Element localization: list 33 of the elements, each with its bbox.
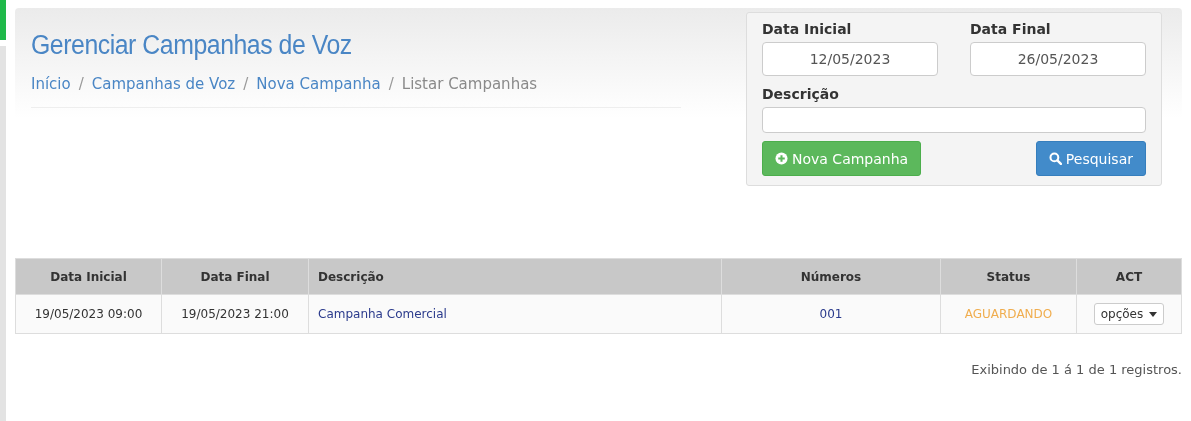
table-cell: 19/05/2023 09:00 [15,294,162,334]
table-cell: Campanha Comercial [308,294,722,334]
records-count: Exibindo de 1 á 1 de 1 registros. [971,362,1182,377]
field-label: Descrição [762,86,839,102]
search-button[interactable]: Pesquisar [1035,141,1146,176]
column-header: Números [721,258,941,295]
field-label: Data Final [970,21,1051,37]
breadcrumb-link[interactable]: Nova Campanha [256,75,381,93]
caret-icon [1149,311,1158,317]
breadcrumb-link[interactable]: Início [31,75,71,93]
breadcrumb-current: Listar Campanhas [401,75,538,93]
start-date-field[interactable]: 12/05/2023 [762,42,938,76]
table-cell: 001 [721,294,941,334]
end-date-field[interactable]: 26/05/2023 [970,42,1146,76]
plus-icon [775,152,788,165]
new-campaign-button[interactable]: Nova Campanha [762,141,922,176]
description-field[interactable] [762,107,1146,133]
column-header: ACT [1076,258,1182,295]
breadcrumb-separator: / [243,75,249,93]
table-cell: 19/05/2023 21:00 [161,294,309,334]
search-icon [1048,152,1062,165]
field-label: Data Inicial [762,21,852,37]
column-header: Data Final [161,258,309,295]
column-header: Status [940,258,1077,295]
status-cell: AGUARDANDO [940,294,1077,334]
breadcrumb-separator: / [78,75,84,93]
options-dropdown[interactable]: opções [1093,303,1165,325]
column-header: Data Inicial [15,258,162,295]
column-header: Descrição [308,258,722,295]
breadcrumb-link[interactable]: Campanhas de Voz [91,75,236,93]
page-title: Gerenciar Campanhas de Voz [31,30,353,61]
breadcrumb-separator: / [388,75,394,93]
accent-bar [0,0,6,40]
